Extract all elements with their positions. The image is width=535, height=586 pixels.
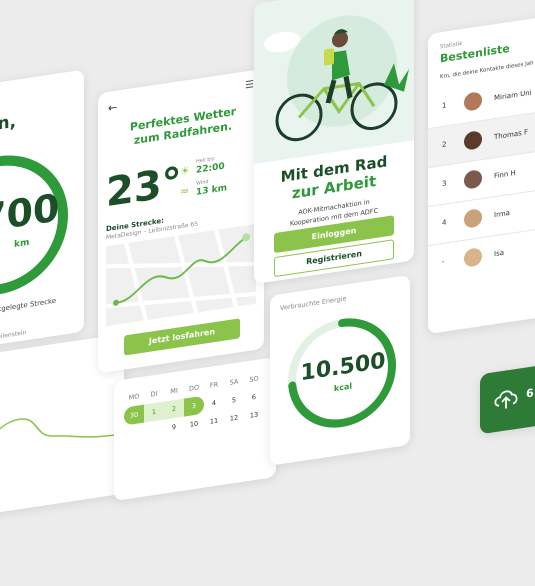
calendar-day[interactable]: 13 <box>244 405 264 426</box>
aok-card: Mit dem Rad zur Arbeit AOK-Mitmachaktion… <box>254 0 414 285</box>
rank: 2 <box>442 140 447 150</box>
energy-card: Verbrauchte Energie 10.500 kcal <box>270 274 410 466</box>
avatar <box>464 130 482 151</box>
activity-chart <box>0 418 120 459</box>
cloud-upload-icon <box>494 390 518 409</box>
cyclist-illustration <box>254 0 414 165</box>
energy-label: Verbrauchte Energie <box>280 294 347 313</box>
upload-label: 6 <box>526 386 534 401</box>
contact-name: Irma <box>494 208 510 220</box>
arrow-left-icon[interactable]: ← <box>108 101 117 115</box>
calendar-grid: MO DI MI DO FR SA SO 30 1 2 3 4 5 6 9 10… <box>124 369 264 444</box>
weather-card: ← ☰ Perfektes Wetter zum Radfahren. 23° … <box>98 68 264 374</box>
ui-showcase: en, 700 km rückgelegte Strecke Meilenste… <box>0 0 535 586</box>
temperature-value: 23° <box>106 158 182 217</box>
calendar-day[interactable] <box>144 420 164 441</box>
avatar <box>464 247 482 268</box>
contact-name: Finn H <box>494 169 516 181</box>
calendar-day[interactable]: 11 <box>204 411 224 432</box>
weather-title: Perfektes Wetter zum Radfahren. <box>129 104 237 148</box>
sun-icon: ☀ <box>180 163 190 179</box>
distance-caption: rückgelegte Strecke <box>0 296 57 316</box>
rank: 4 <box>442 218 447 228</box>
distance-title: en, <box>0 111 17 137</box>
rank: - <box>442 257 445 267</box>
contact-name: Miriam Uni <box>494 88 532 103</box>
distance-card: en, 700 km rückgelegte Strecke Meilenste… <box>0 69 84 348</box>
avatar <box>464 208 482 229</box>
avatar <box>464 91 482 112</box>
calendar-day[interactable] <box>124 423 144 444</box>
start-ride-button[interactable]: Jetzt losfahren <box>124 318 240 356</box>
avatar <box>464 169 482 190</box>
leaderboard-card: Statistik Bestenliste Km, die deine Kont… <box>428 10 535 335</box>
wind-icon: ≈ <box>180 183 190 199</box>
upload-card[interactable]: 6 <box>480 362 535 435</box>
hamburger-menu-icon[interactable]: ☰ <box>245 79 254 91</box>
rank: 1 <box>442 101 447 111</box>
contact-name: Isa <box>494 248 505 259</box>
weekday: DO <box>188 383 200 393</box>
calendar-card: MO DI MI DO FR SA SO 30 1 2 3 4 5 6 9 10… <box>114 356 276 502</box>
calendar-day[interactable]: 9 <box>164 417 184 438</box>
route-map[interactable] <box>106 223 256 327</box>
milestone-label: Meilenstein <box>0 329 27 342</box>
rank: 3 <box>442 179 447 189</box>
calendar-day[interactable]: 12 <box>224 408 244 429</box>
contact-name: Thomas F <box>494 128 529 142</box>
calendar-day[interactable]: 10 <box>184 414 204 435</box>
